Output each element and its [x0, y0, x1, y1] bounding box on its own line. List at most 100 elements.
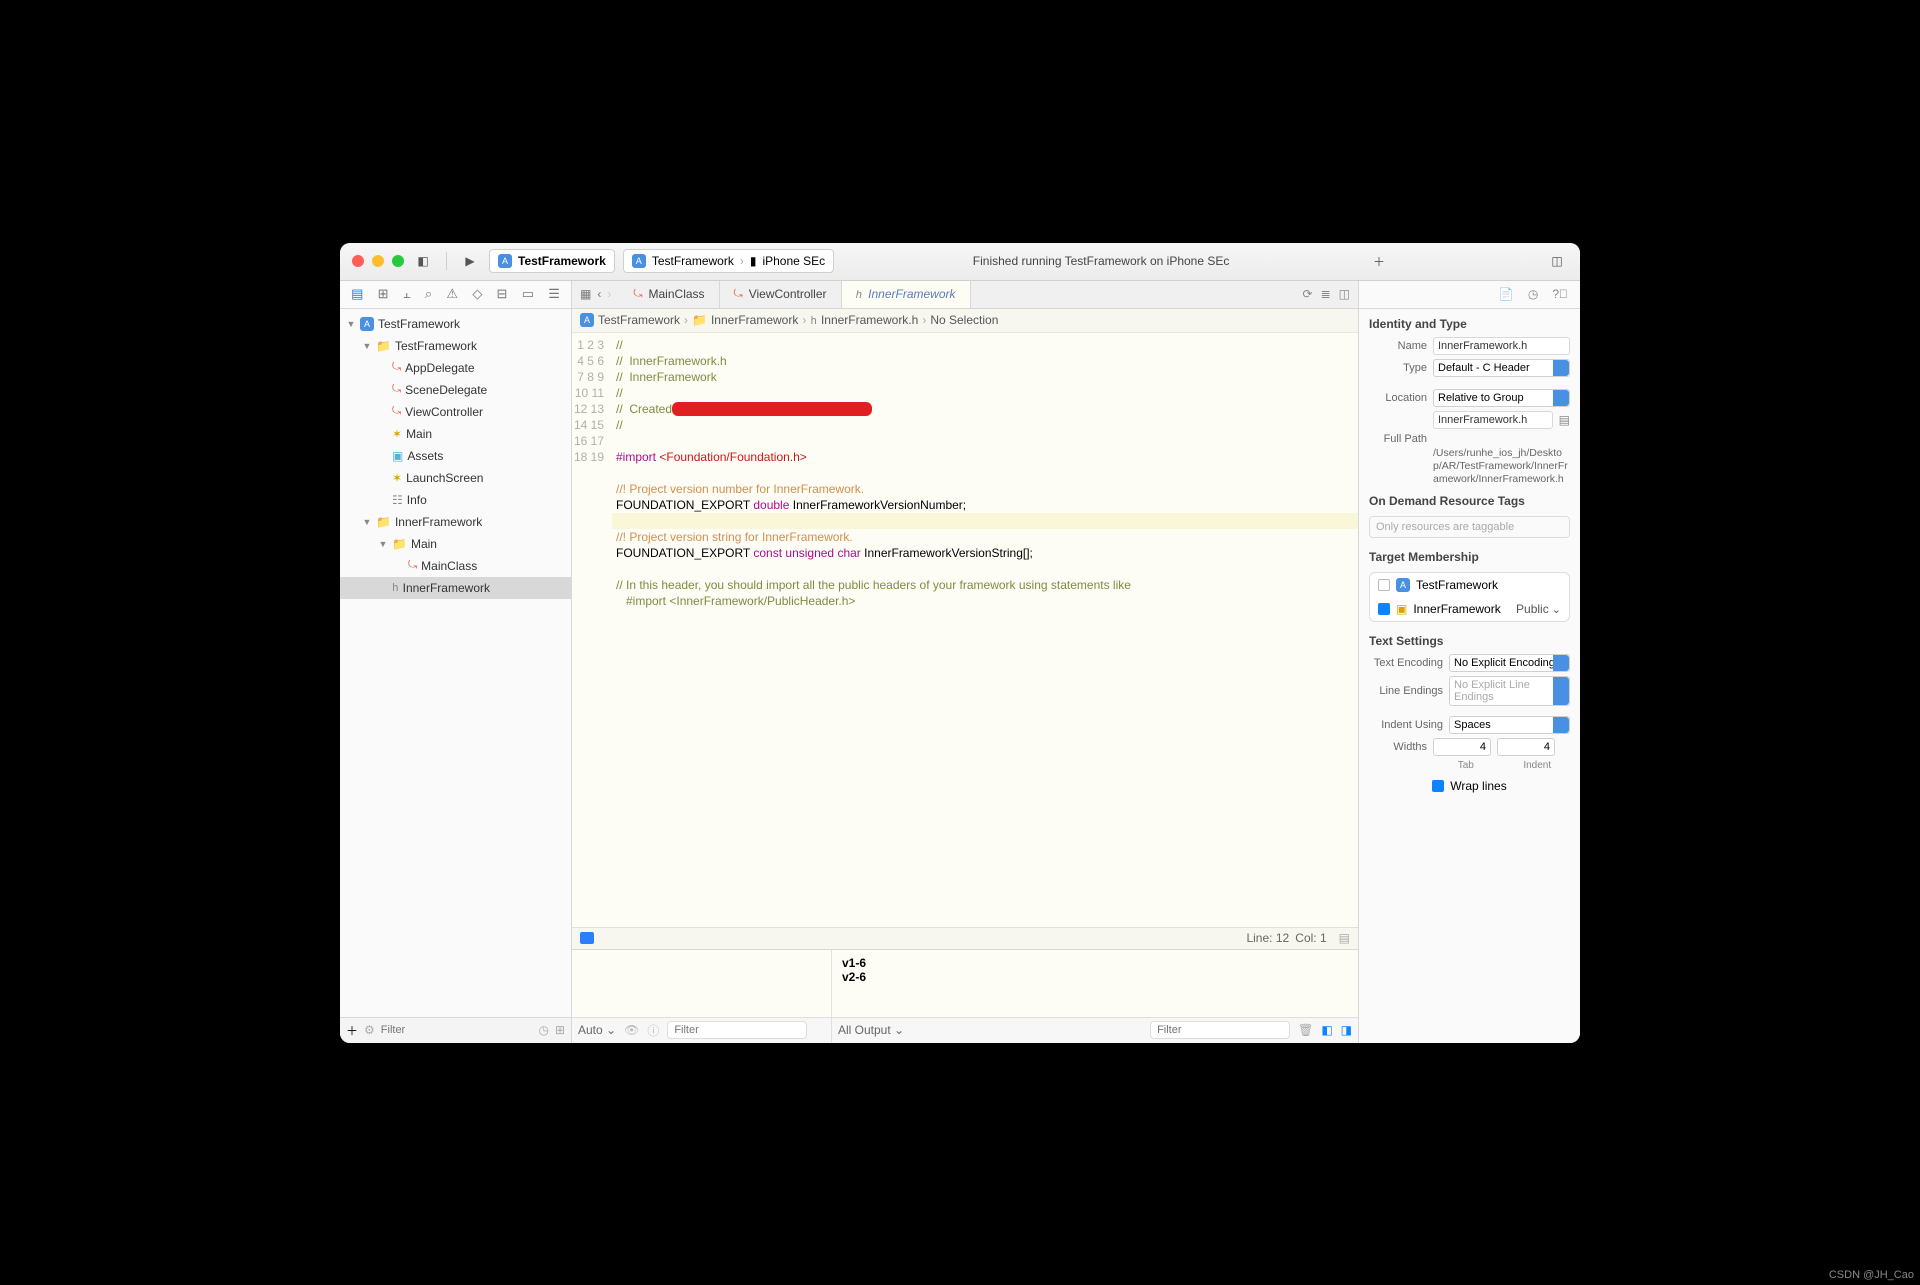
activity-status: Finished running TestFramework on iPhone…	[842, 254, 1360, 268]
code-content[interactable]: //// InnerFramework.h// InnerFramework//…	[612, 333, 1358, 927]
panel-left-icon[interactable]: ◧	[1321, 1023, 1332, 1037]
tab-width-field[interactable]	[1433, 738, 1491, 756]
location-select[interactable]: Relative to Group	[1433, 389, 1570, 407]
tab-mainclass[interactable]: ⤿MainClass	[619, 281, 719, 309]
navigator-filter-bar: ＋ ⚙ ◷ ⊞	[340, 1017, 571, 1043]
name-field[interactable]: InnerFramework.h	[1433, 337, 1570, 355]
related-items-icon[interactable]: ▦	[580, 287, 591, 301]
variables-filter-input[interactable]	[667, 1021, 807, 1039]
issue-nav-icon[interactable]: ⚠	[446, 286, 458, 302]
folder-picker-icon[interactable]: ▤	[1559, 413, 1570, 427]
project-tree: ▼ATestFramework ▼📁TestFramework ⤿AppDele…	[340, 309, 571, 1017]
titlebar: ◧ ▶ A TestFramework A TestFramework › ▮ …	[340, 243, 1580, 281]
file-appdelegate[interactable]: ⤿AppDelegate	[340, 357, 571, 379]
group-testframework[interactable]: ▼📁TestFramework	[340, 335, 571, 357]
ondemand-section-header: On Demand Resource Tags	[1359, 486, 1580, 512]
ondemand-input: Only resources are taggable	[1369, 516, 1570, 538]
full-path-text: /Users/runhe_ios_jh/Desktop/AR/TestFrame…	[1359, 447, 1580, 486]
scheme-selector[interactable]: A TestFramework	[489, 249, 615, 273]
test-nav-icon[interactable]: ◇	[472, 286, 482, 302]
back-icon[interactable]: ‹	[597, 287, 601, 301]
indent-select[interactable]: Spaces	[1449, 716, 1570, 734]
minimap-toggle-icon[interactable]: ▤	[1339, 931, 1350, 945]
add-tab-icon[interactable]: ＋	[1368, 250, 1390, 272]
refresh-icon[interactable]: ⟳	[1303, 287, 1313, 301]
zoom-button[interactable]	[392, 255, 404, 267]
file-info[interactable]: ☷Info	[340, 489, 571, 511]
file-innerframework-h[interactable]: hInnerFramework	[340, 577, 571, 599]
recent-icon[interactable]: ◷	[538, 1023, 548, 1037]
adjust-editor-icon[interactable]: ≣	[1321, 287, 1331, 301]
membership-row[interactable]: ▣InnerFrameworkPublic ⌄	[1370, 597, 1569, 621]
code-editor[interactable]: 1 2 3 4 5 6 7 8 9 10 11 12 13 14 15 16 1…	[572, 333, 1358, 927]
visibility-select[interactable]: Public ⌄	[1516, 602, 1561, 616]
file-inspector-icon[interactable]: 📄	[1499, 287, 1514, 301]
file-scenedelegate[interactable]: ⤿SceneDelegate	[340, 379, 571, 401]
checkbox[interactable]	[1378, 579, 1390, 591]
cursor-line: Line: 12	[1246, 931, 1289, 945]
file-launchscreen[interactable]: ✶LaunchScreen	[340, 467, 571, 489]
editor-status-bar: Line: 12 Col: 1 ▤	[572, 927, 1358, 949]
panel-right-icon[interactable]: ◨	[1341, 1023, 1352, 1037]
xcode-window: ◧ ▶ A TestFramework A TestFramework › ▮ …	[340, 243, 1580, 1043]
wrap-checkbox[interactable]	[1432, 780, 1444, 792]
indent-width-field[interactable]	[1497, 738, 1555, 756]
split-editor-icon[interactable]: ◫	[1339, 287, 1350, 301]
breakpoint-nav-icon[interactable]: ▭	[522, 286, 534, 302]
file-assets[interactable]: ▣Assets	[340, 445, 571, 467]
membership-row[interactable]: ATestFramework	[1370, 573, 1569, 597]
console-output[interactable]: v1-6 v2-6	[832, 950, 1358, 1017]
encoding-select[interactable]: No Explicit Encoding	[1449, 654, 1570, 672]
file-mainclass[interactable]: ⤿MainClass	[340, 555, 571, 577]
app-icon: A	[580, 313, 594, 327]
membership-section-header: Target Membership	[1359, 542, 1580, 568]
history-inspector-icon[interactable]: ◷	[1528, 287, 1538, 301]
file-main[interactable]: ✶Main	[340, 423, 571, 445]
quicklook-icon[interactable]: 👁	[624, 1023, 639, 1037]
auto-selector[interactable]: Auto ⌄	[578, 1023, 616, 1037]
symbol-nav-icon[interactable]: ⫠	[403, 286, 411, 302]
report-nav-icon[interactable]: ☰	[548, 286, 560, 302]
location-path: InnerFramework.h	[1433, 411, 1553, 429]
library-icon[interactable]: ◫	[1546, 250, 1568, 272]
group-innerframework[interactable]: ▼📁InnerFramework	[340, 511, 571, 533]
find-nav-icon[interactable]: ⌕	[425, 286, 432, 302]
scheme-project: TestFramework	[518, 254, 606, 268]
info-icon[interactable]: ⓘ	[647, 1022, 659, 1039]
output-selector[interactable]: All Output ⌄	[838, 1023, 904, 1037]
jump-bar[interactable]: A TestFramework› 📁InnerFramework› hInner…	[572, 309, 1358, 333]
traffic-lights	[352, 255, 404, 267]
group-main[interactable]: ▼📁Main	[340, 533, 571, 555]
minimize-button[interactable]	[372, 255, 384, 267]
tab-viewcontroller[interactable]: ⤿ViewController	[720, 281, 842, 309]
redacted-block	[672, 402, 872, 416]
checkbox[interactable]	[1378, 603, 1390, 615]
console-filter-input[interactable]	[1150, 1021, 1290, 1039]
navigator-panel: ▤ ⊞ ⫠ ⌕ ⚠ ◇ ⊟ ▭ ☰ ▼ATestFramework ▼📁Test…	[340, 281, 572, 1043]
type-select[interactable]: Default - C Header	[1433, 359, 1570, 377]
forward-icon[interactable]: ›	[607, 287, 611, 301]
project-root[interactable]: ▼ATestFramework	[340, 313, 571, 335]
filter-icon[interactable]: ⚙	[364, 1023, 375, 1037]
trash-icon[interactable]: 🗑	[1298, 1023, 1313, 1037]
debug-nav-icon[interactable]: ⊟	[497, 286, 508, 302]
close-button[interactable]	[352, 255, 364, 267]
sidebar-toggle-icon[interactable]: ◧	[412, 250, 434, 272]
tab-innerframework[interactable]: hInnerFramework	[842, 281, 971, 309]
add-icon[interactable]: ＋	[346, 1022, 358, 1039]
scheme-target[interactable]: A TestFramework › ▮ iPhone SEc	[623, 249, 834, 273]
navigator-filter-input[interactable]	[381, 1024, 533, 1036]
app-icon: A	[632, 254, 646, 268]
file-viewcontroller[interactable]: ⤿ViewController	[340, 401, 571, 423]
help-inspector-icon[interactable]: ?⃝	[1552, 287, 1568, 301]
run-button[interactable]: ▶	[459, 250, 481, 272]
navigator-tabs: ▤ ⊞ ⫠ ⌕ ⚠ ◇ ⊟ ▭ ☰	[340, 281, 571, 309]
scm-icon[interactable]: ⊞	[555, 1023, 565, 1037]
project-nav-icon[interactable]: ▤	[351, 286, 363, 302]
source-nav-icon[interactable]: ⊞	[378, 286, 389, 302]
identity-section-header: Identity and Type	[1359, 309, 1580, 335]
inspector-panel: 📄 ◷ ?⃝ Identity and Type NameInnerFramew…	[1358, 281, 1580, 1043]
line-gutter: 1 2 3 4 5 6 7 8 9 10 11 12 13 14 15 16 1…	[572, 333, 612, 927]
lineendings-select[interactable]: No Explicit Line Endings	[1449, 676, 1570, 706]
scope-icon[interactable]	[580, 932, 594, 944]
